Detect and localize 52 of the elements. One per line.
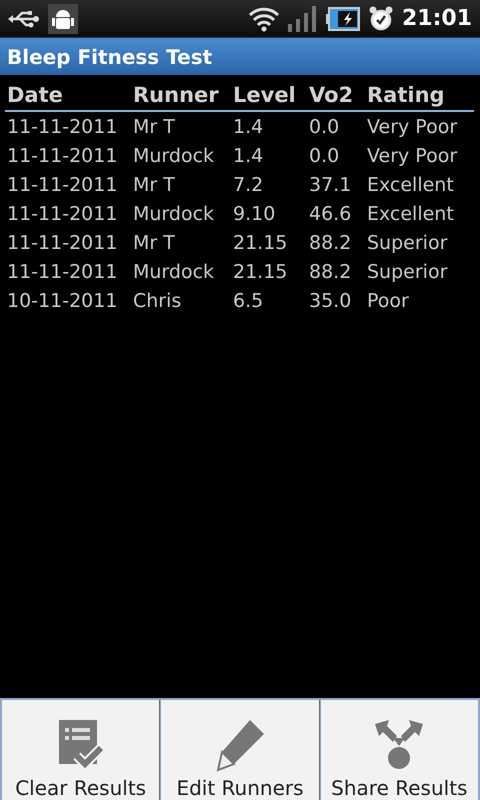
table-cell-text: 11-11-2011 [7,202,118,227]
android-icon [48,4,78,34]
table-cell-text: Superior [367,260,448,285]
table-cell-text: 1.4 [233,144,264,169]
battery-charging-icon [326,6,360,30]
pencil-icon [214,718,266,772]
share-icon [373,718,426,772]
table-cell-text: Murdock [133,260,216,285]
table-cell-text: 21.15 [233,260,288,285]
table-cell-text: Murdock [133,144,216,169]
alarm-icon [368,6,394,32]
clock-time: 21:01 [402,6,472,31]
table-cell-text: Superior [367,231,448,256]
table-cell-text: 35.0 [309,289,352,314]
table-cell-text: 10-11-2011 [7,289,118,314]
column-header: Date [7,82,64,109]
table-cell-text: 11-11-2011 [7,260,118,285]
table-cell-text: 1.4 [233,115,264,140]
table-cell-text: Chris [133,289,182,314]
table-cell-text: 11-11-2011 [7,173,118,198]
signal-icon [288,6,318,32]
table-cell-text: 88.2 [309,231,352,256]
table-cell-text: Mr T [133,173,176,198]
table-cell-text: Excellent [367,202,455,227]
table-cell-text: 37.1 [309,173,352,198]
usb-icon [8,8,40,28]
table-cell-text: Mr T [133,115,176,140]
table-cell-text: 0.0 [309,144,340,169]
table-cell-text: Mr T [133,231,176,256]
column-header: Level [233,82,297,109]
table-cell-text: Poor [367,289,410,314]
table-cell-text: 46.6 [309,202,352,227]
table-cell-text: 11-11-2011 [7,231,118,256]
table-cell-text: 11-11-2011 [7,115,118,140]
menu-button[interactable]: Share Results [320,700,478,800]
table-cell-text: Very Poor [367,144,458,169]
table-cell-text: Very Poor [367,115,458,140]
table-cell-text: 11-11-2011 [7,144,118,169]
column-header: Runner [133,82,220,109]
column-header: Rating [367,82,446,109]
table-cell-text: Murdock [133,202,216,227]
table-cell-text: 9.10 [233,202,276,227]
menu-button[interactable]: Edit Runners [161,700,320,800]
table-cell-text: 6.5 [233,289,264,314]
table-cell-text: 0.0 [309,115,340,140]
table-cell-text: Excellent [367,173,455,198]
table-cell-text: 21.15 [233,231,288,256]
table-cell-text: 7.2 [233,173,264,198]
table-cell-text: 88.2 [309,260,352,285]
column-header: Vo2 [309,82,354,109]
menu-button[interactable]: Clear Results [2,700,160,800]
app-title: Bleep Fitness Test [7,44,212,68]
